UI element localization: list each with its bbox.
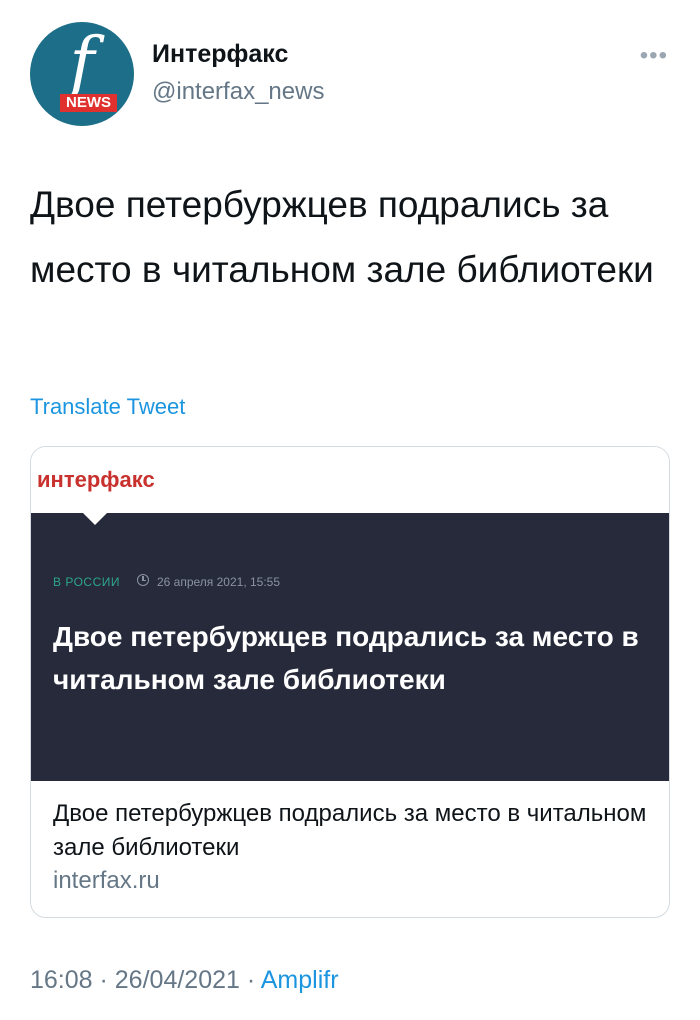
card-logo-notch [83,513,107,525]
tweet-text: Двое петербуржцев подрались за место в ч… [30,184,654,290]
author-handle[interactable]: @interfax_news [152,78,324,106]
link-preview-card[interactable]: интерфакс В России 26 апреля 2021, 15:55… [30,446,670,918]
avatar-news-badge: NEWS [60,94,117,112]
card-logo-area: интерфакс [31,447,669,513]
tweet-date[interactable]: 26/04/2021 [115,966,240,994]
card-image-headline: Двое петербуржцев подрались за место в ч… [53,621,639,695]
avatar[interactable]: f NEWS [30,22,134,126]
translate-tweet-link[interactable]: Translate Tweet [30,394,185,420]
tweet-source-link[interactable]: Amplifr [261,966,339,994]
card-site-logo: интерфакс [37,467,155,492]
clock-icon [137,574,149,586]
tweet-meta: 16:08 · 26/04/2021 · Amplifr [30,966,339,995]
tweet-header: f NEWS Интерфакс @interfax_news ••• [30,22,670,126]
card-date: 26 апреля 2021, 15:55 [157,575,281,589]
tweet-time[interactable]: 16:08 [30,966,93,994]
author-name[interactable]: Интерфакс [152,40,288,69]
meta-separator-2: · [239,966,261,994]
meta-separator: · [92,966,115,994]
card-title: Двое петербуржцев подрались за место в ч… [53,800,647,861]
card-body: Двое петербуржцев подрались за место в ч… [31,781,669,917]
card-domain: interfax.ru [53,867,160,894]
more-dots-icon[interactable]: ••• [640,44,668,68]
avatar-logo-letter: f [69,24,95,103]
card-rubric: В России [53,575,120,589]
